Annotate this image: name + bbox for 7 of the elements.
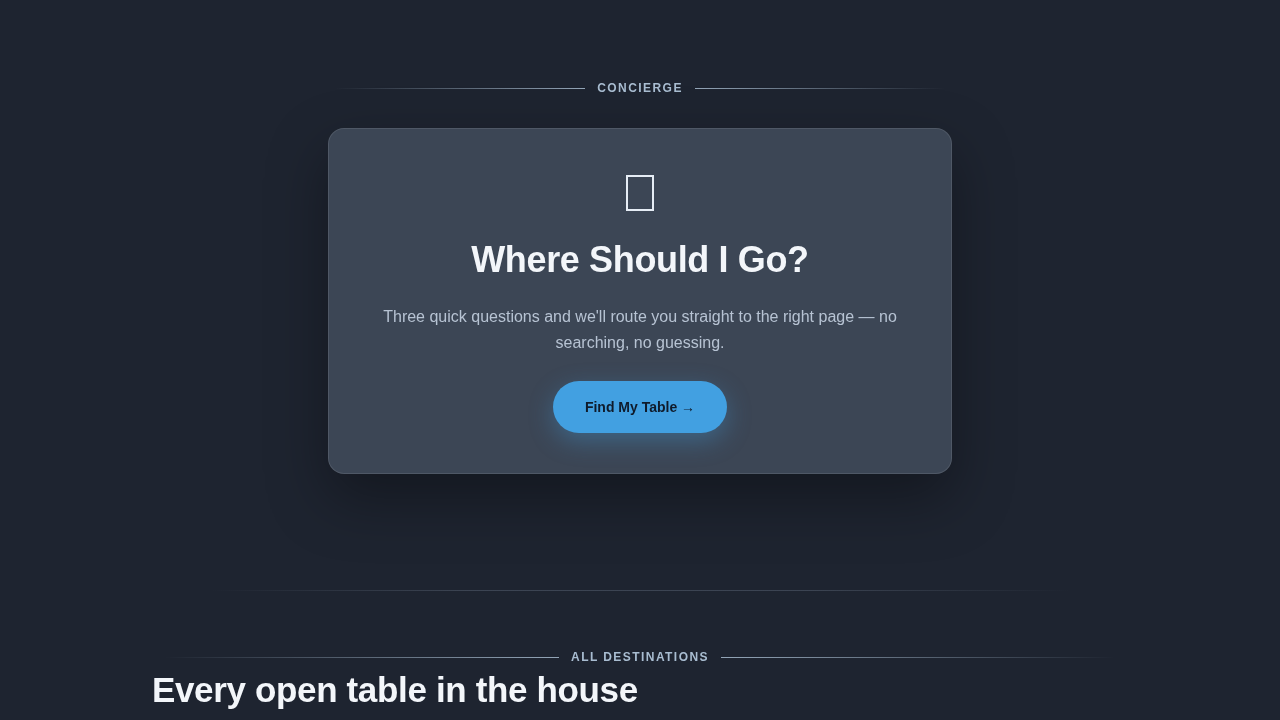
rectangle-icon [626,175,654,211]
find-table-button[interactable]: Find My Table → [552,381,728,433]
card-title: Where Should I Go? [471,238,809,282]
section-eyebrow: ALL DESTINATIONS [571,649,709,665]
card-description: Three quick questions and we'll route you straight to the right page — no searching, no guessing. [382,307,898,353]
section-title: Every open table in the house [152,671,638,709]
section-eyebrow: CONCIERGE [597,80,683,96]
